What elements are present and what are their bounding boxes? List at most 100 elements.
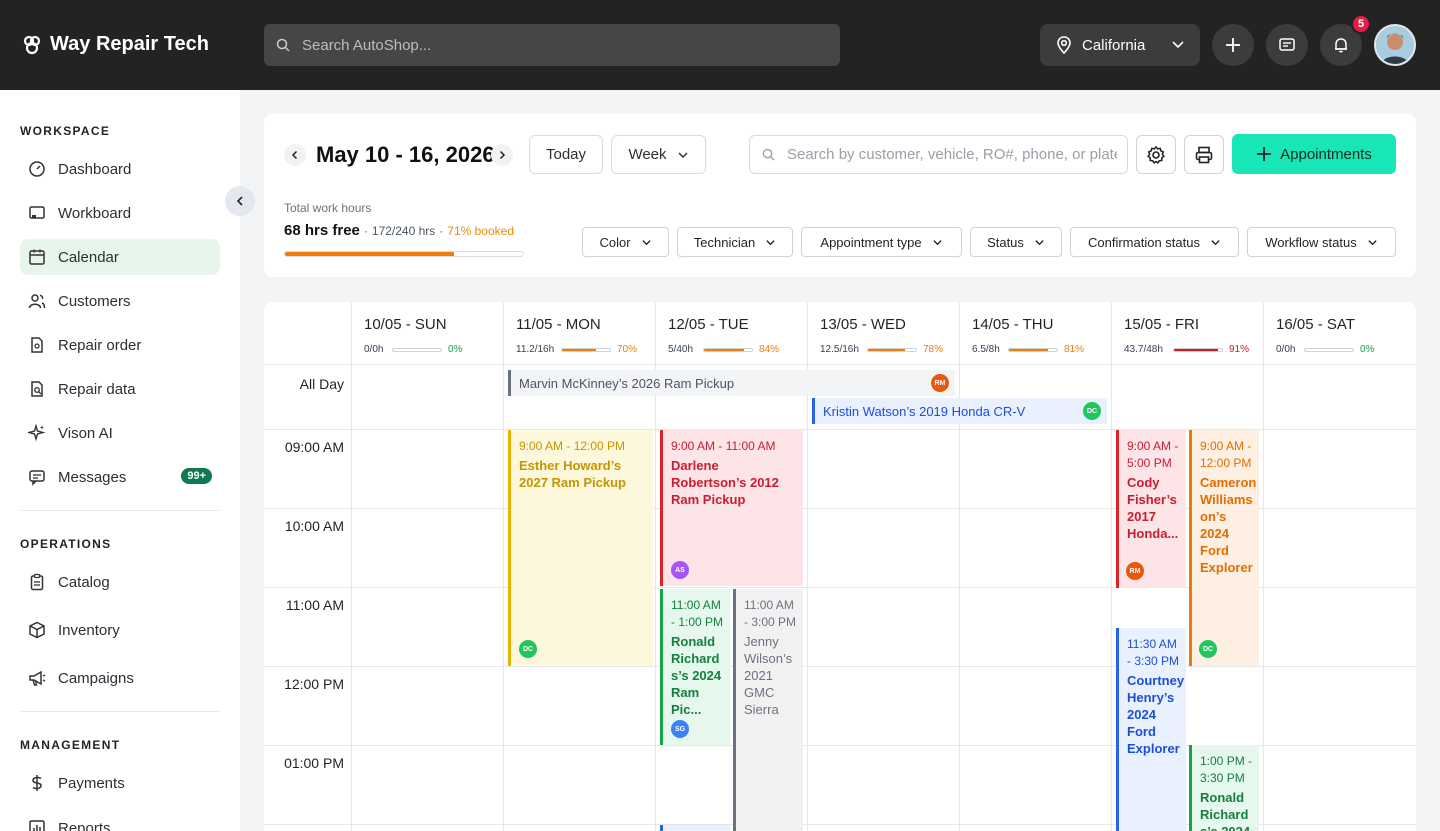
event-time: 9:00 AM - 5:00 PM: [1127, 439, 1179, 470]
sidebar-item-repair-order[interactable]: Repair order: [20, 327, 220, 363]
add-appointment-button[interactable]: Appointments: [1232, 134, 1396, 174]
sidebar-item-vision-ai[interactable]: Vison AI: [20, 415, 220, 451]
technician-avatar: RM: [1126, 562, 1144, 580]
view-selector[interactable]: Week: [611, 135, 706, 174]
appointment-event[interactable]: 9:00 AM - 11:00 AM Darlene Robertson’s 2…: [660, 430, 803, 586]
technician-avatar: AS: [671, 561, 689, 579]
day-hours: 0/0h: [1276, 344, 1296, 355]
sidebar-item-workboard[interactable]: Workboard: [20, 195, 220, 231]
sidebar-item-catalog[interactable]: Catalog: [20, 564, 220, 600]
day-load-percent: 91%: [1229, 344, 1250, 355]
day-hours: 5/40h: [668, 344, 694, 355]
appointment-event[interactable]: 11:30 AM - 3:30 PM Courtney Henry’s 2024…: [1116, 628, 1186, 831]
filter-technician[interactable]: Technician: [677, 227, 793, 257]
sidebar-item-repair-data[interactable]: Repair data: [20, 371, 220, 407]
operations-section-title: OPERATIONS: [20, 537, 112, 551]
sidebar-item-label: Workboard: [58, 204, 132, 222]
day-load-bar: [703, 348, 753, 352]
day-header-sat[interactable]: 16/05 - SAT 0/0h 0%: [1264, 302, 1416, 364]
sidebar-item-inventory[interactable]: Inventory: [20, 612, 220, 648]
appointment-event[interactable]: 9:00 AM - 12:00 PM Cameron Williams on’s…: [1189, 430, 1259, 666]
appointment-event[interactable]: 9:00 AM - 12:00 PM Esther Howard’s 2027 …: [508, 430, 653, 666]
event-time: 11:00 AM - 1:00 PM: [671, 598, 724, 629]
event-title: Ronald Richard s’s 2024: [1200, 790, 1250, 831]
global-search[interactable]: [264, 24, 840, 66]
calendar-header-card: May 10 - 16, 2026 Today Week Appointment…: [264, 114, 1416, 277]
allday-event[interactable]: Kristin Watson’s 2019 Honda CR-V DC: [812, 398, 1107, 424]
collapse-sidebar-button[interactable]: [225, 186, 255, 216]
settings-button[interactable]: [1136, 135, 1176, 174]
sidebar-item-customers[interactable]: Customers: [20, 283, 220, 319]
day-load-percent: 78%: [923, 344, 944, 355]
previous-week-button[interactable]: [284, 144, 306, 166]
file-search-icon: [31, 381, 43, 397]
day-load-bar: [1304, 348, 1354, 352]
day-header-fri[interactable]: 15/05 - FRI 43.7/48h 91%: [1112, 302, 1264, 364]
filter-label: Status: [987, 234, 1024, 250]
allday-event[interactable]: Marvin McKinney’s 2026 Ram Pickup RM: [508, 370, 955, 396]
sidebar-divider: [20, 510, 220, 511]
appointment-event[interactable]: 9:00 AM - 5:00 PM Cody Fisher’s 2017 Hon…: [1116, 430, 1186, 588]
plus-icon: [1257, 147, 1272, 161]
day-header-wed[interactable]: 13/05 - WED 12.5/16h 78%: [808, 302, 960, 364]
location-pin-icon: [1057, 36, 1071, 55]
day-header-mon[interactable]: 11/05 - MON 11.2/16h 70%: [504, 302, 656, 364]
sidebar-item-label: Repair data: [58, 380, 136, 398]
day-load-fill: [704, 349, 745, 351]
filter-appointment-type[interactable]: Appointment type: [801, 227, 962, 257]
messages-button[interactable]: [1266, 24, 1308, 66]
sidebar-item-payments[interactable]: Payments: [20, 765, 220, 801]
sidebar-item-dashboard[interactable]: Dashboard: [20, 151, 220, 187]
chart-icon: [29, 820, 45, 831]
filter-workflow-status[interactable]: Workflow status: [1247, 227, 1396, 257]
day-hours: 6.5/8h: [972, 344, 1000, 355]
appointment-event[interactable]: 1:00 PM - 3:30 PM Ronald Richard s’s 202…: [1189, 745, 1259, 831]
filter-confirmation-status[interactable]: Confirmation status: [1070, 227, 1239, 257]
global-search-input[interactable]: [302, 36, 802, 54]
appointment-event[interactable]: 11:00 AM - 1:00 PM Ronald Richard s’s 20…: [660, 589, 730, 745]
filter-status[interactable]: Status: [970, 227, 1062, 257]
day-hours: 11.2/16h: [516, 344, 555, 355]
calendar-search[interactable]: [749, 135, 1128, 174]
sidebar-item-reports[interactable]: Reports: [20, 810, 220, 831]
day-load-bar: [867, 348, 917, 352]
chevron-down-icon: [932, 239, 942, 245]
sidebar-item-messages[interactable]: Messages 99+: [20, 459, 220, 495]
today-button[interactable]: Today: [529, 135, 603, 174]
chevron-left-icon: [236, 196, 243, 206]
day-header-sun[interactable]: 10/05 - SUN 0/0h 0%: [352, 302, 504, 364]
sidebar-item-calendar[interactable]: Calendar: [20, 239, 220, 275]
total-work-hours-label: Total work hours: [284, 201, 372, 215]
time-label: 12:00 PM: [284, 676, 344, 692]
day-header-thu[interactable]: 14/05 - THU 6.5/8h 81%: [960, 302, 1112, 364]
app-name: Way Repair Tech: [50, 33, 209, 55]
notification-count-badge: 5: [1351, 14, 1371, 34]
printer-icon: [1195, 146, 1213, 163]
print-button[interactable]: [1184, 135, 1224, 174]
location-selector[interactable]: California: [1040, 24, 1200, 66]
management-section-title: MANAGEMENT: [20, 738, 121, 752]
appointment-event[interactable]: 11:00 AM - 3:00 PM Jenny Wilson’s 2021 G…: [733, 589, 803, 831]
gear-icon: [1147, 145, 1165, 164]
user-avatar[interactable]: [1374, 24, 1416, 66]
today-label: Today: [545, 146, 587, 163]
sidebar-item-campaigns[interactable]: Campaigns: [20, 660, 220, 696]
add-button[interactable]: [1212, 24, 1254, 66]
chevron-down-icon: [766, 239, 775, 245]
sidebar-item-label: Payments: [58, 774, 125, 792]
day-header-tue[interactable]: 12/05 - TUE 5/40h 84%: [656, 302, 808, 364]
day-name: 12/05 - TUE: [668, 316, 749, 333]
all-day-label: All Day: [299, 376, 344, 392]
app-logo[interactable]: Way Repair Tech: [22, 33, 209, 56]
appointment-event[interactable]: [660, 825, 730, 831]
technician-avatar: RM: [931, 374, 949, 392]
next-week-button[interactable]: [491, 144, 513, 166]
chat-icon: [1279, 38, 1295, 51]
chevron-down-icon: [641, 239, 651, 245]
day-name: 14/05 - THU: [972, 316, 1054, 333]
technician-avatar: SG: [671, 720, 689, 738]
filter-color[interactable]: Color: [582, 227, 669, 257]
calendar-search-input[interactable]: [787, 146, 1117, 163]
sidebar-item-label: Inventory: [58, 621, 120, 639]
event-title: Cody Fisher’s 2017 Honda...: [1127, 475, 1179, 541]
